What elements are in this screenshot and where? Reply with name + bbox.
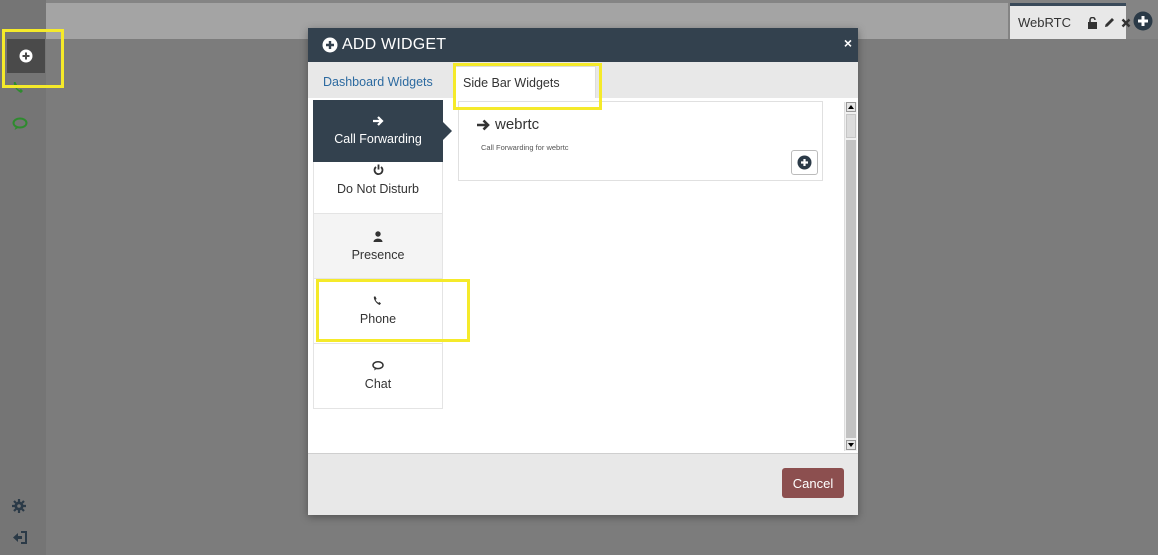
widget-item-call-forwarding[interactable]: Call Forwarding (313, 100, 452, 162)
remove-tab-icon[interactable] (1121, 18, 1131, 28)
widget-item-do-not-disturb[interactable]: Do Not Disturb (313, 162, 443, 214)
caret-down-icon (848, 443, 854, 447)
modal-close-button[interactable]: × (844, 35, 852, 51)
modal-header: ADD WIDGET × (308, 28, 858, 62)
card-description: Call Forwarding for webrtc (481, 143, 569, 152)
scroll-down-button[interactable] (846, 440, 856, 450)
plus-circle-icon (322, 37, 338, 53)
add-tab-icon[interactable] (1133, 11, 1153, 36)
widget-item-label: Chat (364, 377, 392, 391)
arrow-right-icon (477, 119, 491, 131)
settings-gear-icon[interactable] (12, 499, 26, 518)
unlock-icon[interactable] (1087, 16, 1098, 29)
logout-icon[interactable] (12, 531, 27, 549)
widget-card-webrtc: webrtc Call Forwarding for webrtc (458, 101, 823, 181)
widget-item-label: Phone (359, 312, 397, 326)
scrollbar-track[interactable] (846, 140, 856, 438)
plus-circle-icon (19, 49, 33, 63)
widget-category-list: Call Forwarding Do Not Disturb Presence … (313, 100, 452, 409)
widget-item-label: Do Not Disturb (337, 182, 419, 196)
cancel-button[interactable]: Cancel (782, 468, 844, 498)
left-sidebar (0, 0, 46, 555)
arrow-right-icon (372, 116, 384, 126)
phone-icon (373, 296, 383, 306)
scroll-up-button[interactable] (846, 102, 856, 112)
card-title: webrtc (477, 116, 539, 133)
widget-item-presence[interactable]: Presence (313, 214, 443, 279)
add-widget-button[interactable] (791, 150, 818, 175)
add-widget-modal: ADD WIDGET × Dashboard Widgets Side Bar … (308, 28, 858, 515)
tab-dashboard-widgets[interactable]: Dashboard Widgets (315, 66, 441, 98)
modal-footer: Cancel (308, 453, 858, 515)
modal-title: ADD WIDGET (342, 36, 447, 53)
widgets-panel: Call Forwarding Do Not Disturb Presence … (308, 98, 858, 453)
widget-item-phone[interactable]: Phone (313, 279, 443, 344)
widget-item-label: Call Forwarding (334, 132, 422, 146)
dashboard-tab-webrtc[interactable]: WebRTC (1010, 3, 1131, 39)
pencil-icon[interactable] (1104, 17, 1115, 28)
power-icon (373, 164, 384, 176)
tab-side-bar-widgets[interactable]: Side Bar Widgets (454, 66, 596, 98)
widget-item-chat[interactable]: Chat (313, 344, 443, 409)
sidebar-phone-icon[interactable] (12, 81, 28, 100)
chat-icon (372, 361, 384, 371)
scrollbar-thumb[interactable] (846, 114, 856, 138)
modal-tabs: Dashboard Widgets Side Bar Widgets (308, 62, 858, 98)
tab-label: WebRTC (1018, 15, 1071, 30)
sidebar-chat-icon[interactable] (12, 117, 28, 136)
card-title-text: webrtc (495, 116, 540, 133)
widget-item-label: Presence (351, 247, 405, 262)
panel-scrollbar[interactable] (844, 102, 857, 451)
user-icon (373, 230, 383, 242)
caret-up-icon (848, 105, 854, 109)
plus-circle-icon (797, 155, 812, 170)
sidebar-add-widget-button[interactable] (7, 39, 45, 73)
